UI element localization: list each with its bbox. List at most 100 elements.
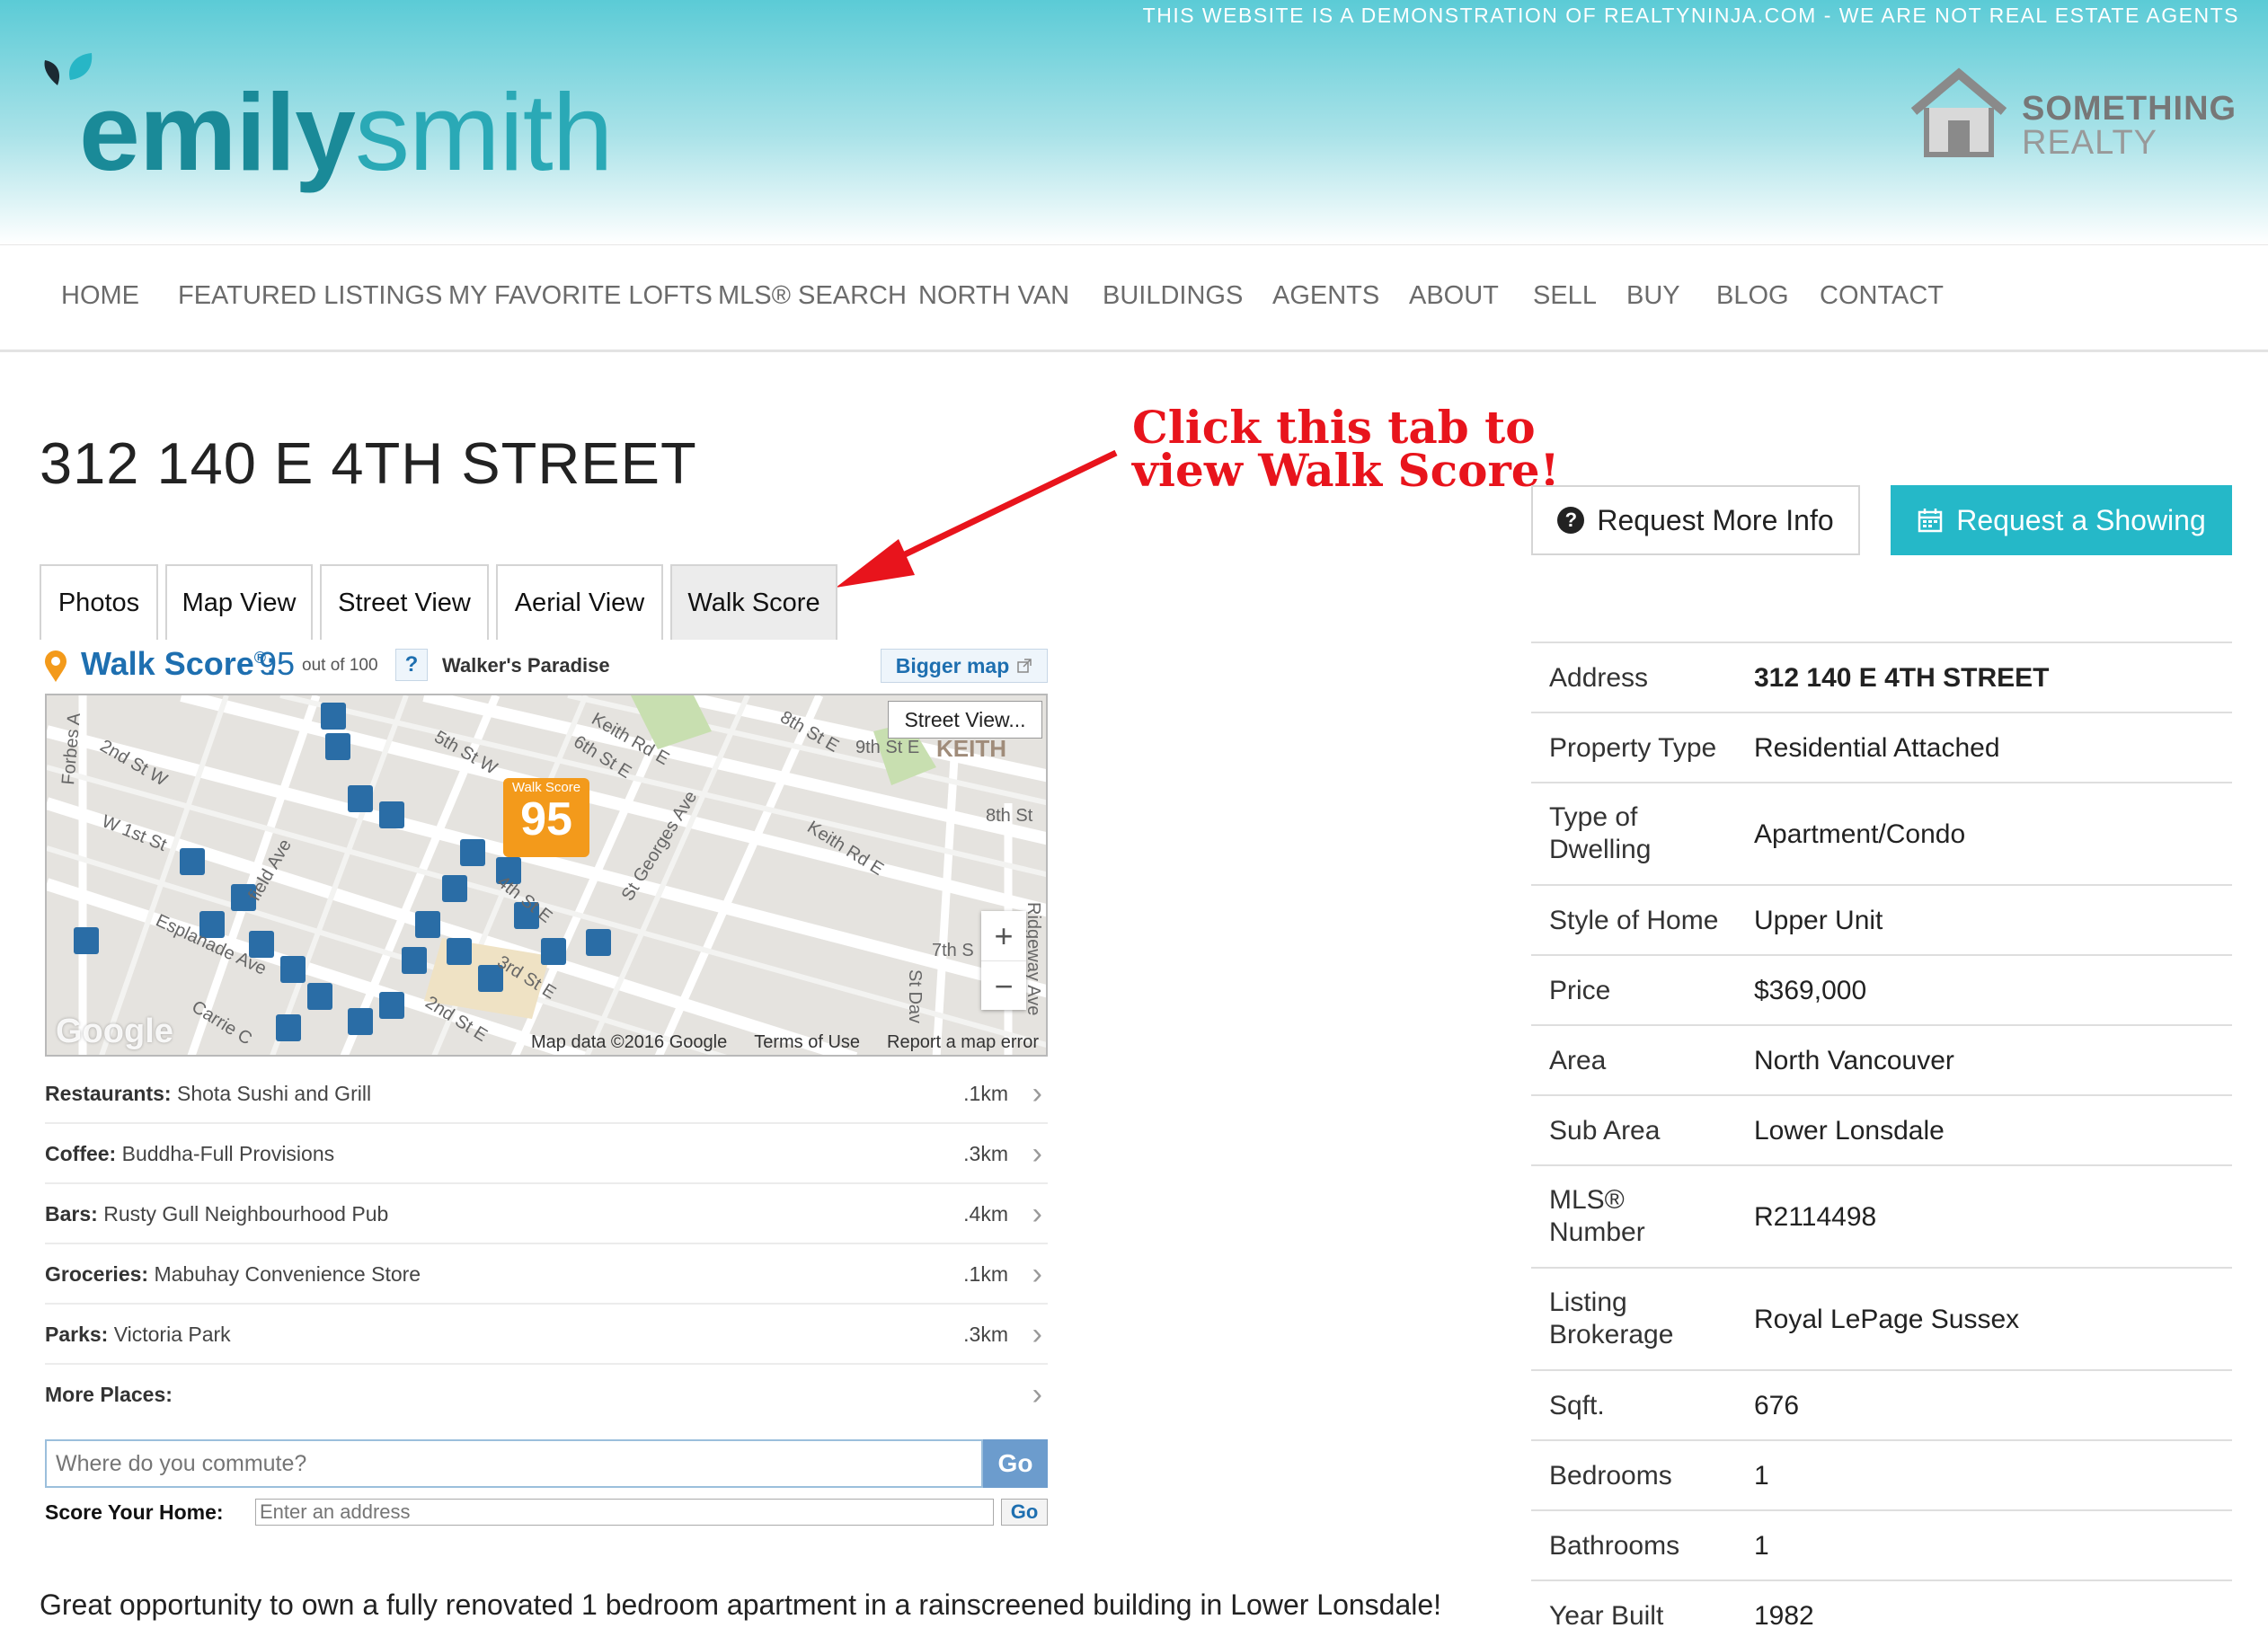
place-row-groceries[interactable]: Groceries: Mabuhay Convenience Store .1k… <box>45 1244 1048 1305</box>
nav-my-favorite-lofts[interactable]: MY FAVORITE LOFTS <box>448 281 713 311</box>
place-distance: .1km <box>963 1082 1008 1105</box>
nav-featured-listings[interactable]: FEATURED LISTINGS <box>178 281 442 311</box>
report-map-error-link[interactable]: Report a map error <box>887 1032 1039 1053</box>
detail-row-mls-number: MLS® Number R2114498 <box>1531 1164 2232 1267</box>
tab-walk-score[interactable]: Walk Score <box>670 564 837 640</box>
bigger-map-button[interactable]: Bigger map <box>881 649 1048 683</box>
logo-text-light: smith <box>354 71 613 193</box>
brokerage-name: SOMETHING <box>2022 90 2237 128</box>
walkscore-help-button[interactable]: ? <box>395 649 428 681</box>
google-logo: Google <box>56 1013 173 1050</box>
request-showing-button[interactable]: Request a Showing <box>1891 485 2232 555</box>
listing-description: Great opportunity to own a fully renovat… <box>40 1588 1442 1621</box>
detail-label: Bathrooms <box>1549 1531 1680 1561</box>
nav-home[interactable]: HOME <box>61 281 139 311</box>
place-name: Victoria Park <box>113 1323 231 1346</box>
tab-aerial-view[interactable]: Aerial View <box>496 564 663 640</box>
street-view-button[interactable]: Street View... <box>888 701 1042 739</box>
street-label: 8th St <box>986 806 1033 826</box>
walkscore-description: Walker's Paradise <box>442 654 610 677</box>
commute-search: Go <box>45 1439 1048 1488</box>
detail-value: 1982 <box>1754 1601 1814 1631</box>
nav-buy[interactable]: BUY <box>1626 281 1680 311</box>
place-category: More Places: <box>45 1383 173 1406</box>
place-row-restaurants[interactable]: Restaurants: Shota Sushi and Grill .1km … <box>45 1064 1048 1124</box>
nav-north-van[interactable]: NORTH VAN <box>918 281 1069 311</box>
detail-label: Sub Area <box>1549 1116 1661 1146</box>
tab-photos[interactable]: Photos <box>40 564 158 640</box>
nearby-places-list: Restaurants: Shota Sushi and Grill .1km … <box>45 1064 1048 1425</box>
request-showing-label: Request a Showing <box>1956 503 2206 536</box>
detail-label: Year Built <box>1549 1601 1664 1631</box>
chevron-right-icon: › <box>1032 1257 1042 1291</box>
commute-input[interactable] <box>45 1439 983 1488</box>
place-name: Buddha-Full Provisions <box>121 1142 335 1165</box>
annotation-line-1: Click this tab to <box>1132 401 1536 454</box>
nav-mls-search[interactable]: MLS® SEARCH <box>718 281 907 311</box>
score-home-label: Score Your Home: <box>45 1500 224 1524</box>
place-distance: .3km <box>963 1142 1008 1165</box>
detail-value: 1 <box>1754 1531 1769 1561</box>
terms-of-use-link[interactable]: Terms of Use <box>754 1032 860 1053</box>
detail-row-bedrooms: Bedrooms 1 <box>1531 1439 2232 1509</box>
place-row-bars[interactable]: Bars: Rusty Gull Neighbourhood Pub .4km … <box>45 1184 1048 1244</box>
request-more-info-button[interactable]: ? Request More Info <box>1531 485 1860 555</box>
place-row-more-places[interactable]: More Places: › <box>45 1365 1048 1425</box>
walkscore-map[interactable]: 2nd St W W 1st St Esplanade Ave Forbes A… <box>45 694 1048 1057</box>
page-title: 312 140 E 4TH STREET <box>40 430 697 496</box>
question-circle-icon: ? <box>1557 507 1585 534</box>
zoom-in-button[interactable]: + <box>981 911 1026 961</box>
detail-row-style-of-home: Style of Home Upper Unit <box>1531 884 2232 954</box>
detail-label: Listing Brokerage <box>1549 1287 1674 1349</box>
brokerage-sub: REALTY <box>2022 124 2158 162</box>
detail-label: Property Type <box>1549 733 1717 763</box>
walkscore-out-of: out of 100 <box>302 656 378 675</box>
nav-contact[interactable]: CONTACT <box>1820 281 1944 311</box>
place-row-coffee[interactable]: Coffee: Buddha-Full Provisions .3km › <box>45 1124 1048 1184</box>
zoom-out-button[interactable]: − <box>981 961 1026 1011</box>
map-attribution: Map data ©2016 Google Terms of Use Repor… <box>531 1032 1039 1053</box>
score-home-go-button[interactable]: Go <box>1001 1499 1048 1526</box>
main-nav: HOME FEATURED LISTINGS MY FAVORITE LOFTS… <box>0 244 2268 352</box>
detail-value: $369,000 <box>1754 976 1867 1005</box>
detail-row-listing-brokerage: Listing Brokerage Royal LePage Sussex <box>1531 1267 2232 1369</box>
commute-go-button[interactable]: Go <box>983 1439 1048 1488</box>
nav-about[interactable]: ABOUT <box>1409 281 1499 311</box>
place-category: Restaurants: <box>45 1082 172 1105</box>
chevron-right-icon: › <box>1032 1317 1042 1351</box>
detail-value: Royal LePage Sussex <box>1754 1305 2020 1334</box>
site-logo[interactable]: emilysmith <box>40 49 624 193</box>
walkscore-map-marker[interactable]: Walk Score 95 <box>503 778 589 857</box>
annotation-line-2: view Walk Score! <box>1132 444 1560 497</box>
logo-text-bold: emily <box>79 71 356 193</box>
detail-value: R2114498 <box>1754 1202 1877 1232</box>
nav-buildings[interactable]: BUILDINGS <box>1103 281 1243 311</box>
detail-row-bathrooms: Bathrooms 1 <box>1531 1509 2232 1579</box>
detail-value: 312 140 E 4TH STREET <box>1754 663 2050 693</box>
chevron-right-icon: › <box>1032 1377 1042 1411</box>
place-distance: .1km <box>963 1262 1008 1286</box>
detail-value: North Vancouver <box>1754 1046 1954 1075</box>
nav-blog[interactable]: BLOG <box>1716 281 1789 311</box>
detail-row-sub-area: Sub Area Lower Lonsdale <box>1531 1094 2232 1164</box>
tab-map-view[interactable]: Map View <box>165 564 313 640</box>
calendar-icon <box>1918 509 1943 533</box>
detail-row-type-of-dwelling: Type of Dwelling Apartment/Condo <box>1531 782 2232 884</box>
marker-score: 95 <box>520 793 572 845</box>
detail-row-sqft: Sqft. 676 <box>1531 1369 2232 1439</box>
demo-banner: THIS WEBSITE IS A DEMONSTRATION OF REALT… <box>1142 4 2239 27</box>
walkscore-header: Walk Score®: 95 out of 100 ? Walker's Pa… <box>43 645 1050 688</box>
chevron-right-icon: › <box>1032 1137 1042 1171</box>
nav-agents[interactable]: AGENTS <box>1272 281 1379 311</box>
detail-value: Apartment/Condo <box>1754 819 1966 849</box>
detail-label: Area <box>1549 1046 1607 1075</box>
place-name: Mabuhay Convenience Store <box>154 1262 421 1286</box>
place-name: Shota Sushi and Grill <box>177 1082 372 1105</box>
place-row-parks[interactable]: Parks: Victoria Park .3km › <box>45 1305 1048 1365</box>
detail-row-property-type: Property Type Residential Attached <box>1531 712 2232 782</box>
detail-row-year-built: Year Built 1982 <box>1531 1579 2232 1633</box>
score-home-input[interactable] <box>255 1499 994 1526</box>
detail-row-area: Area North Vancouver <box>1531 1024 2232 1094</box>
nav-sell[interactable]: SELL <box>1533 281 1597 311</box>
tab-street-view[interactable]: Street View <box>320 564 489 640</box>
